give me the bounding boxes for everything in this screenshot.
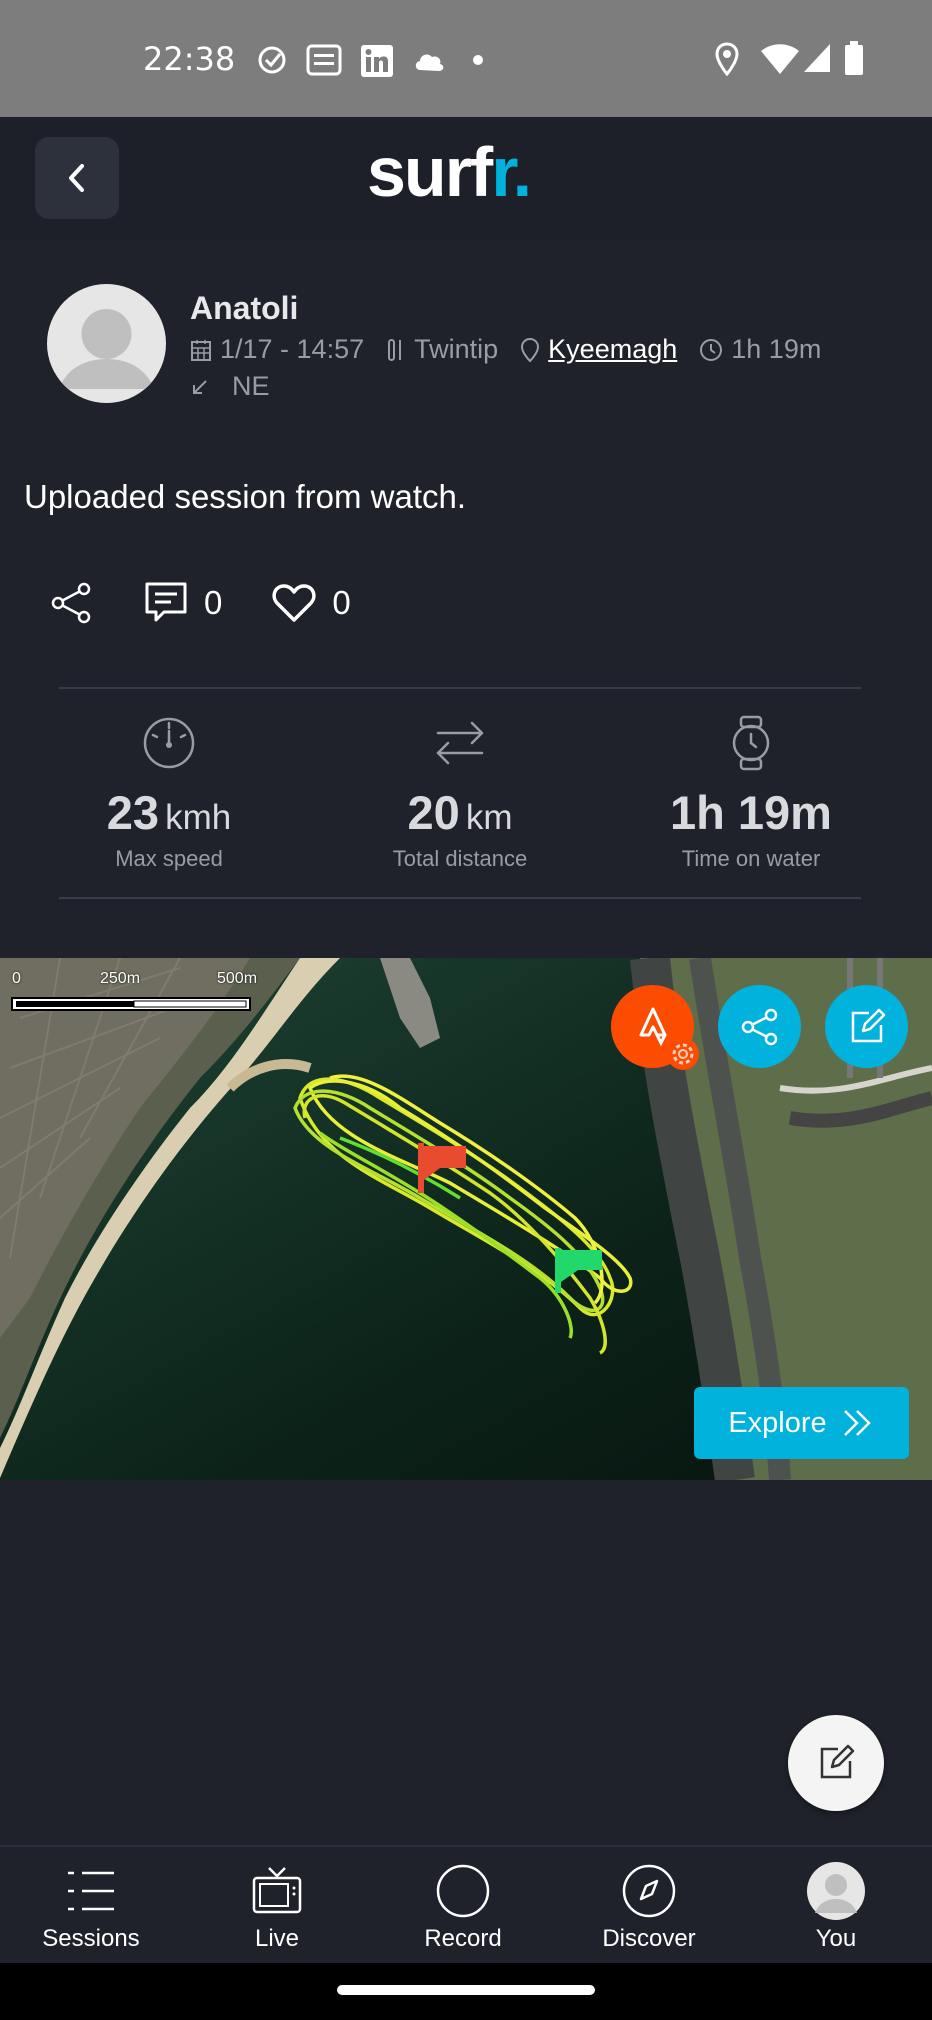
share-icon bbox=[51, 582, 91, 624]
explore-button[interactable]: Explore bbox=[694, 1387, 909, 1459]
logo-accent-text: r. bbox=[491, 133, 532, 211]
watch-icon bbox=[732, 715, 770, 771]
session-date: 1/17 - 14:57 bbox=[190, 334, 364, 365]
session-location[interactable]: Kyeemagh bbox=[520, 334, 677, 365]
list-icon bbox=[68, 1871, 114, 1911]
stat-unit: kmh bbox=[165, 798, 232, 837]
scale-label: 500m bbox=[217, 970, 258, 987]
wind-direction-icon bbox=[193, 379, 207, 394]
board-icon bbox=[388, 338, 402, 361]
map-share-button[interactable] bbox=[718, 985, 801, 1068]
map-edit-button[interactable] bbox=[825, 985, 908, 1068]
user-name[interactable]: Anatoli bbox=[190, 290, 298, 327]
edit-icon bbox=[851, 1008, 885, 1042]
check-circle-icon bbox=[258, 46, 286, 74]
strava-button[interactable] bbox=[611, 985, 699, 1070]
heart-icon bbox=[272, 584, 316, 622]
app-header: surfr. bbox=[0, 117, 932, 241]
session-date-text: 1/17 - 14:57 bbox=[220, 334, 365, 364]
session-wind: NE bbox=[190, 371, 270, 402]
location-icon bbox=[715, 42, 739, 76]
nav-record[interactable]: Record bbox=[383, 1859, 543, 1953]
session-map[interactable]: 0 250m 500m Explore bbox=[0, 958, 932, 1480]
stat-label: Max speed bbox=[115, 846, 223, 871]
status-bar: 22:38 bbox=[0, 0, 932, 117]
session-duration: 1h 19m bbox=[699, 334, 821, 365]
nav-you[interactable]: You bbox=[756, 1859, 916, 1953]
comment-icon bbox=[145, 582, 187, 622]
like-action[interactable]: 0 bbox=[272, 583, 351, 623]
nav-discover[interactable]: Discover bbox=[569, 1859, 729, 1953]
avatar-icon bbox=[807, 1862, 865, 1920]
edit-icon bbox=[820, 1744, 855, 1779]
location-pin-icon bbox=[521, 337, 540, 362]
stat-total-distance: 20 km Total distance bbox=[310, 715, 610, 872]
nav-label: Record bbox=[424, 1925, 502, 1952]
stat-number: 23 bbox=[106, 786, 160, 839]
linkedin-icon bbox=[361, 45, 393, 77]
stat-number: 20 bbox=[407, 786, 460, 839]
battery-icon bbox=[845, 41, 863, 75]
stat-time-on-water: 1h 19m Time on water bbox=[601, 715, 901, 872]
scale-label: 250m bbox=[100, 970, 141, 987]
scale-label: 0 bbox=[12, 970, 21, 987]
stat-label: Total distance bbox=[392, 846, 528, 871]
status-time: 22:38 bbox=[143, 40, 236, 78]
share-icon bbox=[741, 1008, 777, 1045]
calendar-icon bbox=[191, 339, 211, 361]
compass-icon bbox=[622, 1864, 676, 1918]
explore-label: Explore bbox=[728, 1406, 827, 1439]
settings-gear-icon[interactable] bbox=[666, 1037, 700, 1071]
floating-edit-button[interactable] bbox=[788, 1715, 884, 1811]
record-circle-icon bbox=[436, 1864, 490, 1918]
user-avatar[interactable] bbox=[47, 284, 166, 403]
nav-label: Sessions bbox=[42, 1925, 140, 1952]
nav-sessions[interactable]: Sessions bbox=[11, 1859, 171, 1953]
nav-label: Discover bbox=[602, 1925, 696, 1952]
session-board-text: Twintip bbox=[414, 334, 499, 364]
nav-label: You bbox=[815, 1925, 857, 1952]
surfr-logo: surfr. bbox=[367, 137, 532, 207]
stat-value: 1h 19m bbox=[601, 785, 901, 840]
bottom-navigation: Sessions Live Record Discover You bbox=[0, 1845, 932, 1963]
stat-value: 20 km bbox=[310, 785, 610, 840]
stat-number: 1h 19m bbox=[670, 786, 832, 839]
signal-icon bbox=[804, 44, 830, 72]
chevron-left-icon bbox=[69, 164, 84, 192]
stats-divider-top bbox=[59, 687, 861, 689]
nav-label: Live bbox=[254, 1925, 300, 1952]
gesture-bar-area bbox=[0, 1963, 932, 2020]
stats-divider-bottom bbox=[59, 897, 861, 899]
session-location-link[interactable]: Kyeemagh bbox=[548, 334, 677, 365]
stat-unit: km bbox=[465, 798, 513, 837]
session-board: Twintip bbox=[386, 334, 498, 365]
stat-label: Time on water bbox=[681, 846, 821, 871]
tv-icon bbox=[252, 1867, 302, 1914]
nav-live[interactable]: Live bbox=[197, 1859, 357, 1953]
likes-count: 0 bbox=[332, 584, 351, 621]
wifi-icon bbox=[761, 44, 799, 74]
double-chevron-right-icon bbox=[843, 1410, 871, 1436]
comments-count: 0 bbox=[204, 584, 223, 621]
session-duration-text: 1h 19m bbox=[731, 334, 822, 364]
arrows-exchange-icon bbox=[436, 721, 484, 765]
logo-main-text: surf bbox=[367, 133, 493, 211]
session-actions: 0 0 bbox=[50, 578, 351, 628]
clock-icon bbox=[700, 338, 723, 361]
session-wind-text: NE bbox=[232, 371, 270, 401]
stat-max-speed: 23 kmh Max speed bbox=[19, 715, 319, 872]
optus-sport-icon bbox=[306, 44, 342, 76]
gear-cloud-icon bbox=[415, 54, 444, 71]
speedometer-icon bbox=[143, 717, 195, 769]
dot-icon bbox=[473, 55, 483, 65]
comments-action[interactable]: 0 bbox=[144, 581, 222, 625]
home-gesture-handle[interactable] bbox=[337, 1985, 595, 1995]
session-description: Uploaded session from watch. bbox=[24, 478, 467, 515]
stat-value: 23 kmh bbox=[19, 785, 319, 840]
session-meta: 1/17 - 14:57 Twintip Kyeemagh 1h 19m bbox=[190, 334, 843, 365]
back-button[interactable] bbox=[35, 137, 119, 219]
avatar-icon bbox=[59, 309, 154, 389]
share-action[interactable] bbox=[50, 581, 94, 625]
